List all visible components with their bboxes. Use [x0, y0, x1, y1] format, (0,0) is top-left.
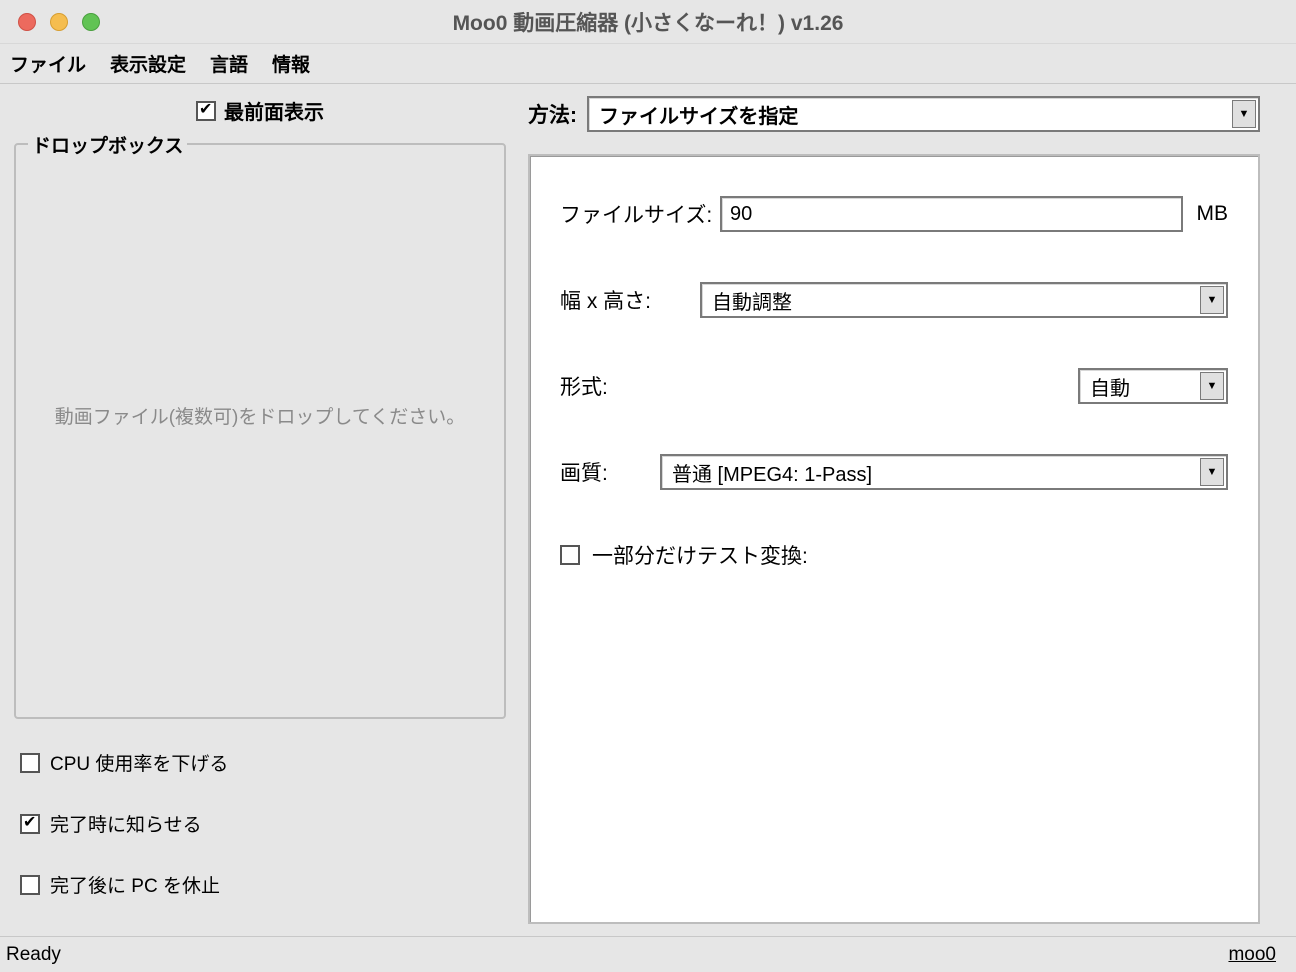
dropbox-placeholder: 動画ファイル(複数可)をドロップしてください。 — [16, 402, 504, 429]
options-block: CPU 使用率を下げる 完了時に知らせる 完了後に PC を休止 — [14, 749, 506, 932]
content-area: 最前面表示 ドロップボックス 動画ファイル(複数可)をドロップしてください。 C… — [0, 84, 1296, 936]
window-title: Moo0 動画圧縮器 (小さくなーれ！) v1.26 — [0, 7, 1296, 37]
settings-panel: ファイルサイズ: MB 幅 x 高さ: 自動調整 ▼ 形式: 自動 ▼ 画質 — [528, 154, 1260, 924]
chevron-down-icon: ▼ — [1200, 458, 1224, 486]
filesize-label: ファイルサイズ: — [560, 199, 720, 229]
format-row: 形式: 自動 ▼ — [560, 368, 1228, 404]
right-panel: 方法: ファイルサイズを指定 ▼ ファイルサイズ: MB 幅 x 高さ: 自動調… — [520, 84, 1296, 936]
sleep-after-checkbox[interactable] — [20, 875, 40, 895]
topmost-label: 最前面表示 — [224, 96, 324, 125]
chevron-down-icon: ▼ — [1200, 372, 1224, 400]
test-convert-label: 一部分だけテスト変換: — [592, 540, 808, 570]
notify-done-label: 完了時に知らせる — [50, 810, 202, 837]
menu-language[interactable]: 言語 — [210, 50, 248, 77]
quality-row: 画質: 普通 [MPEG4: 1-Pass] ▼ — [560, 454, 1228, 490]
menu-file[interactable]: ファイル — [10, 50, 86, 77]
test-convert-row: 一部分だけテスト変換: — [560, 540, 1228, 570]
notify-done-checkbox[interactable] — [20, 814, 40, 834]
format-value: 自動 — [1090, 372, 1130, 401]
dropbox-legend: ドロップボックス — [28, 131, 187, 158]
method-label: 方法: — [528, 99, 577, 129]
dropbox-fieldset[interactable]: ドロップボックス 動画ファイル(複数可)をドロップしてください。 — [14, 143, 506, 719]
quality-value: 普通 [MPEG4: 1-Pass] — [672, 458, 872, 487]
format-select[interactable]: 自動 ▼ — [1078, 368, 1228, 404]
titlebar: Moo0 動画圧縮器 (小さくなーれ！) v1.26 — [0, 0, 1296, 44]
chevron-down-icon: ▼ — [1200, 286, 1224, 314]
statusbar: Ready moo0 — [0, 936, 1296, 972]
cpu-lower-row: CPU 使用率を下げる — [20, 749, 506, 776]
chevron-down-icon: ▼ — [1232, 100, 1256, 128]
quality-select[interactable]: 普通 [MPEG4: 1-Pass] ▼ — [660, 454, 1228, 490]
sleep-after-row: 完了後に PC を休止 — [20, 871, 506, 898]
menu-display[interactable]: 表示設定 — [110, 50, 186, 77]
dimensions-value: 自動調整 — [712, 286, 792, 315]
cpu-lower-label: CPU 使用率を下げる — [50, 749, 228, 776]
quality-label: 画質: — [560, 457, 660, 487]
dimensions-select[interactable]: 自動調整 ▼ — [700, 282, 1228, 318]
method-value: ファイルサイズを指定 — [599, 100, 798, 129]
notify-done-row: 完了時に知らせる — [20, 810, 506, 837]
filesize-input[interactable] — [720, 196, 1183, 232]
test-convert-checkbox[interactable] — [560, 545, 580, 565]
moo0-link[interactable]: moo0 — [1228, 944, 1276, 966]
filesize-unit: MB — [1197, 202, 1229, 226]
menu-info[interactable]: 情報 — [272, 50, 310, 77]
filesize-row: ファイルサイズ: MB — [560, 196, 1228, 232]
dimensions-row: 幅 x 高さ: 自動調整 ▼ — [560, 282, 1228, 318]
format-label: 形式: — [560, 371, 700, 401]
menubar: ファイル 表示設定 言語 情報 — [0, 44, 1296, 84]
topmost-row: 最前面表示 — [14, 96, 506, 125]
status-text: Ready — [6, 944, 61, 966]
topmost-checkbox[interactable] — [196, 101, 216, 121]
cpu-lower-checkbox[interactable] — [20, 753, 40, 773]
method-row: 方法: ファイルサイズを指定 ▼ — [528, 96, 1260, 132]
sleep-after-label: 完了後に PC を休止 — [50, 871, 220, 898]
left-panel: 最前面表示 ドロップボックス 動画ファイル(複数可)をドロップしてください。 C… — [0, 84, 520, 936]
dimensions-label: 幅 x 高さ: — [560, 285, 700, 315]
method-select[interactable]: ファイルサイズを指定 ▼ — [587, 96, 1260, 132]
